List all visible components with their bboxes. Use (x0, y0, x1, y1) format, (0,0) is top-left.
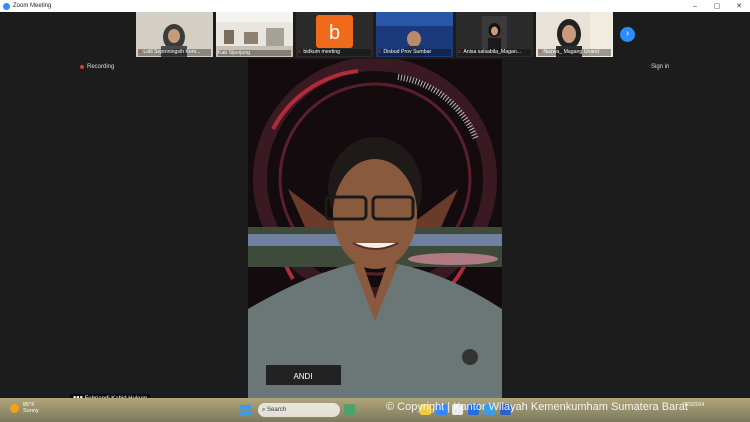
sign-in-link[interactable]: Sign in (651, 64, 669, 70)
active-speaker-video: ANDI (248, 59, 502, 398)
participant-tile[interactable]: ⦸ Disbud Prov Sumbar (376, 12, 453, 57)
avatar-letter: b (329, 22, 340, 44)
participant-name: Anisa salsabila_Magan... (463, 49, 522, 55)
search-label: Search (267, 407, 287, 413)
mic-muted-icon: ⦸ (138, 49, 142, 55)
next-page-icon[interactable]: › (620, 27, 635, 42)
mic-muted-icon: ⦸ (458, 49, 462, 55)
taskbar-app-icon[interactable] (344, 404, 355, 415)
participant-strip: ⦸ Lolli Septriningsih Kem... Kab Sijunjun… (136, 12, 613, 58)
participant-tile[interactable]: ⦸ Lolli Septriningsih Kem... (136, 12, 213, 57)
maximize-button[interactable]: ▢ (706, 2, 728, 10)
recording-indicator[interactable]: Recording (80, 64, 114, 70)
window-title: Zoom Meeting (13, 3, 52, 9)
participant-tile[interactable]: b ⦸ bidkum meeting (296, 12, 373, 57)
name-badge: ANDI (293, 372, 312, 381)
close-button[interactable]: ✕ (728, 2, 750, 10)
title-bar: Zoom Meeting – ▢ ✕ (0, 0, 750, 12)
mic-muted-icon: ⦸ (378, 49, 382, 55)
taskbar-search[interactable]: ⌕ Search (258, 403, 340, 417)
mic-muted-icon: ⦸ (538, 49, 542, 55)
participant-name: bidkum meeting (303, 49, 341, 55)
participant-tile[interactable]: ⦸ Anisa salsabila_Magan... (456, 12, 533, 57)
taskbar-clock[interactable]: 7/23/2024 (682, 402, 704, 408)
participant-name: Disbud Prov Sumbar (383, 49, 432, 55)
speaker-frame: ANDI (248, 59, 502, 398)
recording-label: Recording (87, 64, 115, 70)
participant-tile[interactable]: ⦸ Nazwa_ Magang Unand (536, 12, 613, 57)
participant-name: Kab Sijunjung (218, 50, 251, 56)
zoom-logo-icon (3, 2, 10, 10)
sun-icon (10, 403, 19, 413)
participant-name: Nazwa_ Magang Unand (543, 49, 600, 55)
windows-start-icon[interactable] (240, 405, 251, 416)
participant-name: Lolli Septriningsih Kem... (143, 49, 201, 55)
mic-muted-icon: ⦸ (298, 49, 302, 55)
record-dot-icon (80, 65, 84, 69)
weather-widget[interactable]: 85°F Sunny (10, 402, 39, 414)
taskbar-date: 7/23/2024 (682, 402, 705, 408)
weather-desc: Sunny (23, 408, 39, 414)
participant-tile[interactable]: Kab Sijunjung (216, 12, 293, 57)
minimize-button[interactable]: – (684, 3, 706, 10)
copyright-watermark: © Copyright | Kantor Wilayah Kemenkumham… (386, 401, 688, 413)
